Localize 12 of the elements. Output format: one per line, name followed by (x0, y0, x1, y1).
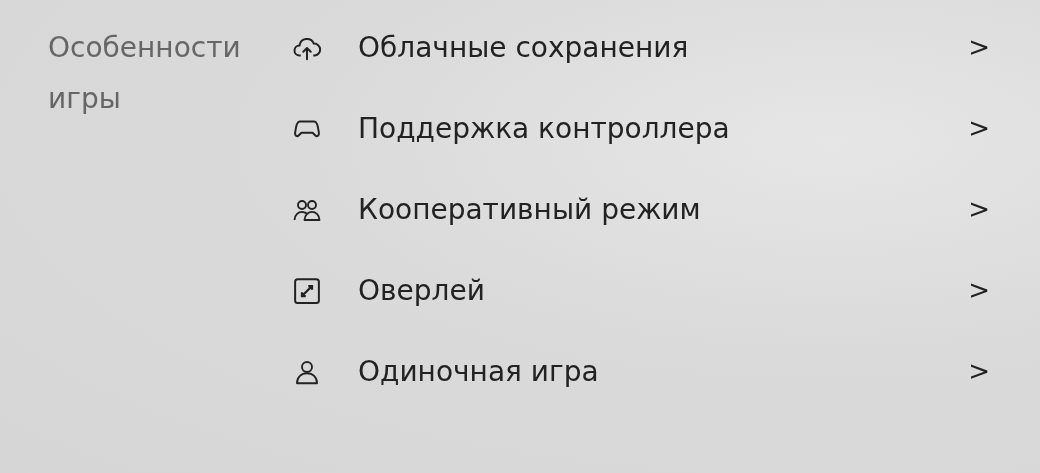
section-title: Особенности игры (48, 30, 242, 117)
feature-item[interactable]: Оверлей > (292, 265, 992, 316)
feature-item[interactable]: Кооперативный режим > (292, 184, 992, 235)
feature-item[interactable]: Поддержка контроллера > (292, 103, 992, 154)
chevron-icon: > (968, 184, 990, 235)
feature-item[interactable]: Облачные сохранения > (292, 22, 992, 73)
chevron-icon: > (968, 346, 990, 397)
expand-icon (292, 275, 322, 306)
chevron-icon: > (968, 22, 990, 73)
feature-item[interactable]: Одиночная игра > (292, 346, 992, 397)
chevron-icon: > (968, 265, 990, 316)
chevron-icon: > (968, 103, 990, 154)
